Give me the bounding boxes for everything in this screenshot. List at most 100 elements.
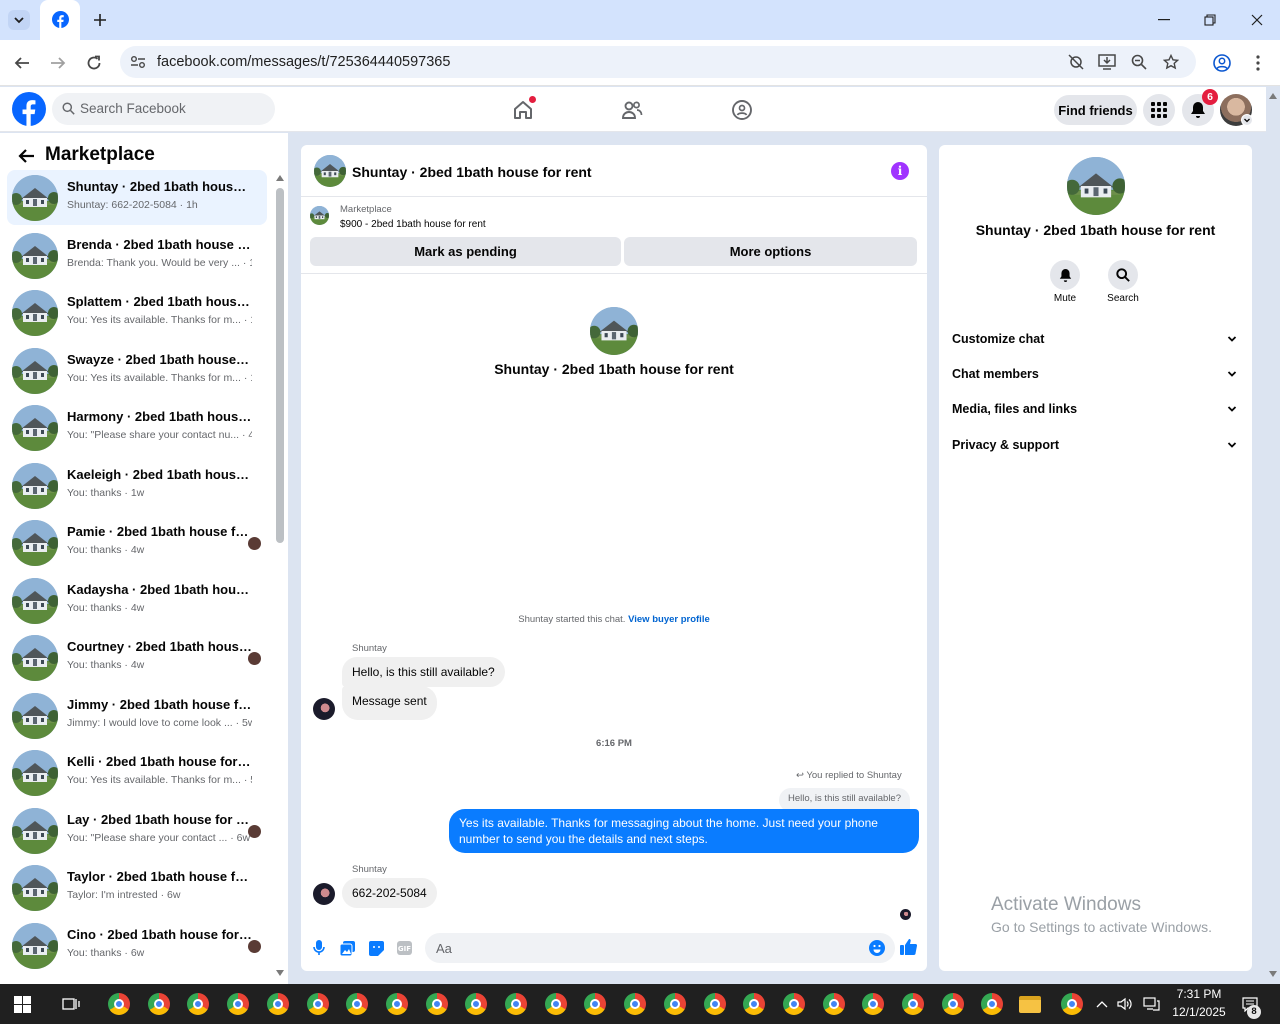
conversation-item[interactable]: Jimmy · 2bed 1bath house for r... Jimmy: … [7,688,267,743]
facebook-search-input[interactable]: Search Facebook [52,93,275,125]
site-info-icon[interactable] [130,54,146,70]
bookmark-star-icon[interactable] [1161,52,1181,72]
listing-detail[interactable]: $900 - 2bed 1bath house for rent [340,219,486,230]
conversation-item[interactable]: Courtney · 2bed 1bath house ... You: than… [7,630,267,685]
chrome-window-icon[interactable] [306,993,329,1015]
chevron-down-icon[interactable] [1227,369,1237,379]
details-avatar[interactable] [1067,157,1125,215]
chrome-window-icon[interactable] [941,993,964,1015]
menu-grid-button[interactable] [1143,94,1175,126]
mark-pending-button[interactable]: Mark as pending [310,237,621,266]
back-icon[interactable] [11,52,33,74]
gif-icon[interactable]: GIF [395,939,413,957]
address-bar[interactable]: facebook.com/messages/t/725364440597365 [120,46,1196,78]
minimize-icon[interactable] [1152,10,1176,30]
customize-chat-section[interactable]: Customize chat [952,332,1044,346]
chrome-window-icon[interactable] [465,993,488,1015]
view-buyer-profile-link[interactable]: View buyer profile [628,614,710,625]
tracking-blocked-icon[interactable] [1066,52,1086,72]
browser-tab[interactable] [40,0,80,40]
conversation-list-scrollbar[interactable] [276,188,284,543]
media-files-links-section[interactable]: Media, files and links [952,402,1077,416]
chrome-window-icon[interactable] [663,993,686,1015]
chrome-window-icon[interactable] [385,993,408,1015]
chrome-window-icon[interactable] [108,993,130,1015]
network-icon[interactable] [1142,996,1160,1012]
chrome-window-icon[interactable] [505,993,527,1015]
url-text[interactable]: facebook.com/messages/t/725364440597365 [157,54,450,70]
chrome-window-icon[interactable] [544,993,567,1015]
sticker-icon[interactable] [367,939,385,957]
conversation-item[interactable]: Cino · 2bed 1bath house for r... You: tha… [7,918,267,973]
message-bubble[interactable]: Hello, is this still available? [342,657,505,687]
conversation-item[interactable]: Kelli · 2bed 1bath house for rent You: Ye… [7,745,267,800]
sender-avatar[interactable] [313,883,335,905]
search-conversation-button[interactable] [1108,260,1138,290]
message-bubble[interactable]: 662-202-5084 [342,878,437,908]
chrome-window-icon[interactable] [743,993,766,1015]
my-reply-bubble[interactable]: Yes its available. Thanks for messaging … [449,809,919,853]
like-thumb-icon[interactable] [899,937,919,957]
chrome-window-icon[interactable] [624,993,647,1015]
privacy-support-section[interactable]: Privacy & support [952,438,1059,452]
chat-members-section[interactable]: Chat members [952,367,1039,381]
chrome-window-icon[interactable] [902,993,924,1015]
list-scroll-up-icon[interactable] [275,173,285,183]
photo-icon[interactable] [338,939,356,957]
conversation-item[interactable]: Kadaysha · 2bed 1bath house fo... You: th… [7,573,267,628]
mute-button[interactable] [1050,260,1080,290]
chrome-window-icon[interactable] [782,993,805,1015]
chrome-window-icon[interactable] [227,993,250,1015]
chrome-window-icon[interactable] [187,993,210,1015]
friends-icon[interactable] [619,97,645,123]
chrome-window-icon[interactable] [425,993,448,1015]
conversation-item[interactable]: Taylor · 2bed 1bath house for rent Taylor… [7,860,267,915]
page-scroll-down-icon[interactable] [1267,968,1279,980]
find-friends-button[interactable]: Find friends [1054,95,1137,125]
chevron-down-icon[interactable] [1227,440,1237,450]
listing-thumbnail[interactable] [310,206,329,225]
conversation-item[interactable]: Swayze · 2bed 1bath house for r... You: Y… [7,343,267,398]
chat-profile-avatar[interactable] [590,307,638,355]
conversation-item[interactable]: Brenda · 2bed 1bath house for r... Brenda… [7,228,267,283]
forward-icon[interactable] [47,52,69,74]
chrome-window-icon[interactable] [822,993,845,1015]
chat-info-icon[interactable]: i [891,162,909,180]
chrome-window-icon[interactable] [266,993,289,1015]
conversation-item[interactable]: Pamie · 2bed 1bath house for... You: than… [7,515,267,570]
chevron-down-icon[interactable] [1227,334,1237,344]
more-options-button[interactable]: More options [624,237,917,266]
install-app-icon[interactable] [1097,52,1117,72]
windows-start-icon[interactable] [12,994,32,1014]
chrome-window-icon[interactable] [584,993,607,1015]
tab-search-chevron-icon[interactable] [8,10,30,30]
reload-icon[interactable] [83,52,105,74]
chrome-window-icon[interactable] [346,993,369,1015]
message-input[interactable]: Aa [425,933,895,963]
chrome-window-icon[interactable] [703,993,726,1015]
chrome-window-icon[interactable] [862,993,885,1015]
conversation-item[interactable]: Lay · 2bed 1bath house for rent You: "Ple… [7,803,267,858]
clock-time[interactable]: 7:31 PM [1162,987,1236,1001]
conversation-item[interactable]: Shuntay · 2bed 1bath house for ... Shunta… [7,170,267,225]
zoom-icon[interactable] [1129,52,1149,72]
list-scroll-down-icon[interactable] [275,968,285,978]
tray-chevron-up-icon[interactable] [1094,996,1110,1012]
clock-date[interactable]: 12/1/2025 [1162,1005,1236,1019]
page-scroll-up-icon[interactable] [1267,90,1279,102]
conversation-item[interactable]: Harmony · 2bed 1bath house fo... You: "Pl… [7,400,267,455]
back-arrow-icon[interactable] [15,145,37,167]
file-explorer-icon[interactable] [1019,996,1041,1013]
close-window-icon[interactable] [1245,10,1269,30]
browser-menu-icon[interactable] [1247,52,1269,74]
message-bubble[interactable]: Message sent [342,686,437,720]
groups-icon[interactable] [729,97,755,123]
microphone-icon[interactable] [310,939,328,957]
account-chevron-icon[interactable] [1241,114,1253,126]
chrome-window-icon[interactable] [147,993,170,1015]
new-tab-icon[interactable] [90,10,110,30]
chrome-window-icon[interactable] [981,993,1004,1015]
chat-header-avatar[interactable] [314,155,346,187]
volume-icon[interactable] [1116,996,1134,1012]
conversation-item[interactable]: Splattem · 2bed 1bath house for... You: Y… [7,285,267,340]
